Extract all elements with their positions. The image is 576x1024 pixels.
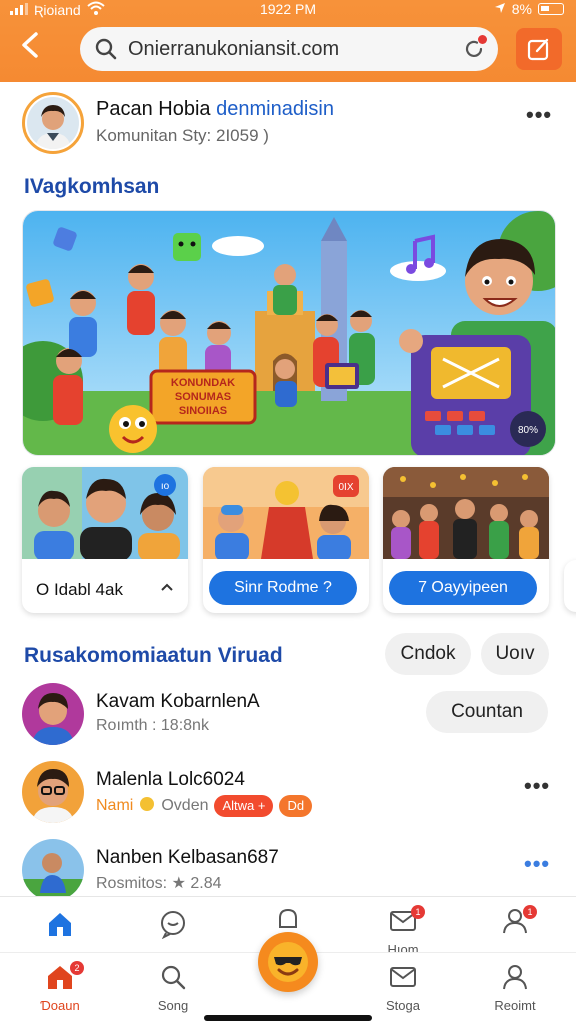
notification-dot: 1 (523, 905, 537, 919)
list-sub-2-text: Ovden (161, 797, 209, 814)
hero-sign-line-1: KONUNDAK (171, 377, 235, 389)
list-sub-3-text: Rosmitos: ★ 2.84 (96, 875, 222, 892)
profile-name-main: Pacan Hobia (96, 98, 211, 120)
contact-button[interactable]: Countan (426, 691, 548, 733)
card-1-label: O Idabl 4ak (36, 580, 123, 599)
list-item[interactable]: Kavam KobarnlenA Roımth : 18:8nk Countan (22, 683, 556, 747)
card-2-button[interactable]: Sinr Rodme ? (209, 571, 357, 605)
tab-top-home[interactable] (20, 909, 100, 946)
search-icon (94, 37, 118, 61)
list-sub-2: Nami Ovden Altwa + Dd (96, 795, 313, 817)
feature-card-3[interactable]: 7 Oayyipeen (383, 467, 549, 613)
filter-chip-2[interactable]: Uoıv (481, 633, 549, 675)
more-options-icon[interactable]: ••• (524, 773, 550, 799)
list-avatar-2[interactable] (22, 761, 84, 823)
profile-name: Pacan Hobia denminadisin (96, 98, 334, 121)
status-right: 8% (494, 1, 564, 17)
hero-sign: KONUNDAK SONUMAS SINOIIAS (149, 369, 257, 425)
card-1-badge: ıo (161, 481, 170, 492)
list-name-2: Malenla Lolc6024 (96, 769, 245, 790)
filter-chip-1[interactable]: Cndok (385, 633, 471, 675)
tab-top-chat[interactable] (133, 909, 213, 946)
tab-home-label: Ɗoaun (40, 998, 80, 1013)
profile-header[interactable]: Pacan Hobia denminadisin Komunitan Sty: … (22, 92, 556, 154)
compose-button[interactable] (516, 28, 562, 70)
card-3-button[interactable]: 7 Oayyipeen (389, 571, 537, 605)
search-input[interactable] (128, 37, 448, 61)
section-title-featured: IVagkomhsan (24, 175, 160, 198)
person-avatar-icon (27, 97, 79, 149)
hero-banner[interactable]: KONUNDAK SONUMAS SINOIIAS 80% (22, 210, 556, 456)
card-3-label: 7 Oayyipeen (418, 579, 508, 596)
user-icon (503, 965, 527, 990)
bell-icon (279, 908, 297, 928)
section-title-recommended: Rusakomomiaatun Viruad (24, 644, 283, 667)
list-name-1: Kavam KobarnlenA (96, 691, 260, 712)
list-sub-2-orange: Nami (96, 797, 134, 814)
notification-dot: 2 (70, 961, 84, 975)
card-1-image: ıo (22, 467, 188, 561)
chat-bubble-icon (161, 911, 185, 940)
tab-profile[interactable]: Reoimt (475, 963, 555, 1013)
list-avatar-1[interactable] (22, 683, 84, 745)
tab-messages-label: Stoga (386, 998, 420, 1013)
feature-card-1[interactable]: ıo O Idabl 4ak (22, 467, 188, 613)
back-button[interactable] (18, 30, 50, 68)
status-bar: Ʀioiand 1922 PM 8% (0, 0, 576, 18)
status-badge: Altwa + (214, 795, 274, 817)
list-sub-1-text: Roımth : 18:8nk (96, 717, 209, 734)
feature-card-peek[interactable] (564, 560, 576, 612)
hero-illustration: KONUNDAK SONUMAS SINOIIAS 80% (23, 211, 555, 455)
notification-dot (478, 35, 487, 44)
card-2-image: 0IX (203, 467, 369, 561)
tab-messages[interactable]: Stoga (363, 963, 443, 1013)
home-indicator (204, 1015, 372, 1021)
chevron-up-icon[interactable] (160, 579, 174, 597)
compose-icon (527, 38, 549, 61)
list-item[interactable]: Malenla Lolc6024 Nami Ovden Altwa + Dd •… (22, 761, 556, 825)
profile-avatar[interactable] (22, 92, 84, 154)
hero-sign-line-3: SINOIIAS (179, 405, 227, 417)
more-options-icon[interactable]: ••• (524, 851, 550, 877)
status-badge: Dd (279, 795, 313, 817)
battery-percent: 8% (511, 1, 532, 17)
center-action-button[interactable] (258, 932, 318, 992)
chevron-left-icon (22, 32, 38, 58)
more-options-icon[interactable]: ••• (526, 102, 552, 128)
profile-name-accent: denminadisin (216, 98, 334, 120)
emoji-icon (139, 796, 155, 817)
search-bar[interactable] (80, 27, 498, 71)
cool-emoji-icon (268, 942, 308, 982)
list-avatar-3[interactable] (22, 839, 84, 901)
tab-top-profile[interactable]: 1 (475, 905, 555, 942)
hero-sign-line-2: SONUMAS (175, 391, 231, 403)
hero-badge-label: 80% (518, 425, 538, 436)
list-item[interactable]: Nanben Kelbasan687 Rosmitos: ★ 2.84 ••• (22, 839, 556, 903)
list-name-3: Nanben Kelbasan687 (96, 847, 279, 868)
top-bar: Ʀioiand 1922 PM 8% (0, 0, 576, 82)
battery-icon (538, 3, 564, 15)
list-sub-3: Rosmitos: ★ 2.84 (96, 873, 222, 893)
notification-dot: 1 (411, 905, 425, 919)
list-sub-1: Roımth : 18:8nk (96, 717, 209, 735)
home-icon (49, 913, 71, 936)
feature-card-2[interactable]: 0IX Sinr Rodme ? (203, 467, 369, 613)
tab-top-mail[interactable]: Hıom 1 (363, 905, 443, 957)
location-icon (494, 1, 506, 17)
card-2-label: Sinr Rodme ? (234, 579, 332, 596)
status-time: 1922 PM (259, 1, 317, 17)
tab-search-label: Song (157, 998, 189, 1013)
tab-profile-label: Reoimt (494, 998, 536, 1013)
card-2-badge: 0IX (338, 482, 353, 493)
profile-subtitle: Komunitan Sty: 2I059 ) (96, 126, 269, 145)
search-icon (161, 965, 186, 990)
mail-icon (390, 967, 416, 987)
tab-search[interactable]: Song (133, 963, 213, 1013)
card-3-image (383, 467, 549, 559)
tab-home[interactable]: Ɗoaun 2 (20, 961, 100, 1013)
